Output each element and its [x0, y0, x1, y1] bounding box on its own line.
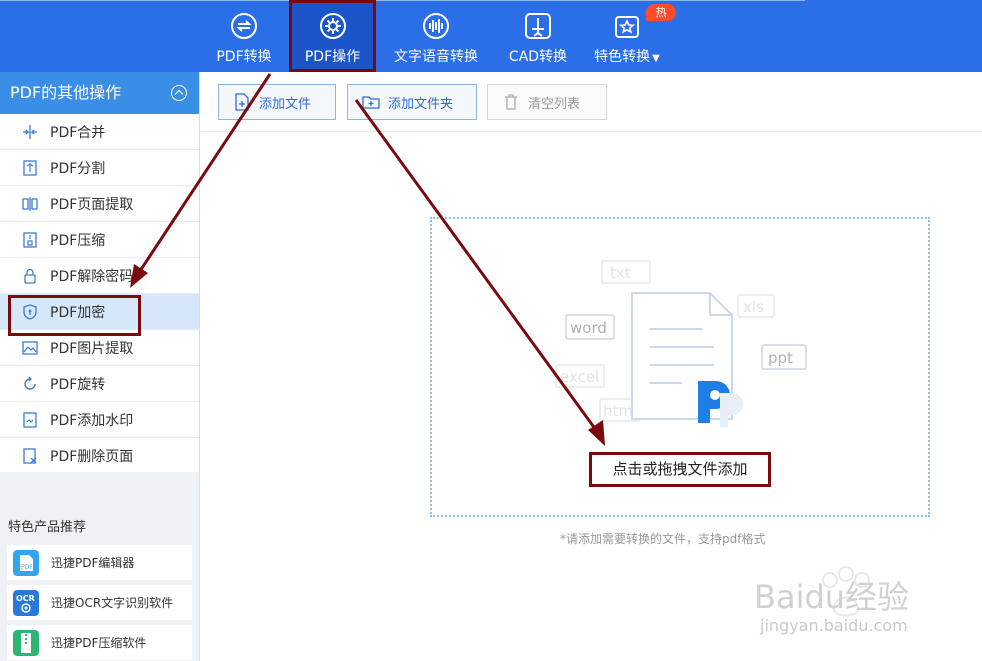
sidebar-item-label: PDF删除页面 — [50, 448, 134, 465]
sidebar-item-label: PDF图片提取 — [50, 340, 134, 357]
product-pdf-editor[interactable]: PDF 迅捷PDF编辑器 — [7, 545, 192, 580]
svg-text:PDF: PDF — [21, 564, 33, 571]
unlock-icon — [24, 268, 36, 284]
featured-title: 特色产品推荐 — [8, 520, 87, 535]
gear-icon — [319, 13, 346, 39]
add-folder-icon — [362, 96, 380, 109]
sidebar-item-label: PDF旋转 — [50, 376, 106, 393]
tab-label: 特色转换 ▼ — [594, 49, 660, 65]
product-label: 迅捷PDF压缩软件 — [51, 636, 147, 650]
star-box-icon — [615, 16, 639, 38]
sidebar-item-compress[interactable]: PDF压缩 — [0, 222, 199, 258]
sidebar-title: PDF的其他操作 — [10, 83, 122, 102]
sidebar-item-encrypt[interactable]: PDF加密 — [0, 294, 199, 336]
pdf-editor-icon: PDF — [13, 549, 39, 576]
refresh-icon — [231, 13, 257, 39]
sidebar-item-delete-page[interactable]: PDF删除页面 — [0, 438, 199, 474]
sidebar-item-merge[interactable]: PDF合并 — [0, 114, 199, 150]
shield-icon — [23, 303, 37, 320]
watermark-icon — [23, 411, 37, 428]
sidebar-item-unlock[interactable]: PDF解除密码 — [0, 258, 199, 294]
sidebar: PDF的其他操作 PDF合并 PDF分割 PDF页面提取 PDF压缩 PDF解除… — [0, 72, 200, 661]
ocr-icon: OCR — [13, 589, 39, 616]
format-tag-xls: xls — [743, 298, 764, 316]
compress-icon — [23, 231, 37, 248]
merge-icon — [23, 124, 37, 139]
tab-label: 文字语音转换 — [394, 49, 478, 65]
sidebar-header: PDF的其他操作 — [0, 72, 199, 114]
tab-pdf-operations[interactable]: PDF操作 — [289, 0, 376, 72]
add-folder-label: 添加文件夹 — [388, 96, 454, 112]
format-tag-word: word — [570, 319, 607, 337]
page-extract-icon — [22, 196, 38, 211]
add-file-label: 添加文件 — [259, 96, 312, 112]
sidebar-item-label: PDF压缩 — [50, 232, 106, 249]
rotate-icon — [24, 376, 36, 390]
sidebar-item-label: PDF添加水印 — [50, 412, 134, 429]
add-folder-button[interactable]: 添加文件夹 — [347, 84, 477, 120]
hot-badge: 热 — [646, 4, 676, 21]
watermark-url: jingyan.baidu.com — [760, 616, 908, 635]
clear-list-button[interactable]: 清空列表 — [487, 84, 607, 120]
delete-page-icon — [23, 447, 37, 464]
pdf-logo-icon — [698, 381, 743, 427]
product-label: 迅捷OCR文字识别软件 — [51, 596, 174, 610]
product-ocr[interactable]: OCR 迅捷OCR文字识别软件 — [7, 585, 192, 620]
tab-cad-convert[interactable]: CAD转换 — [506, 0, 570, 72]
sidebar-item-label: PDF加密 — [50, 304, 106, 321]
sidebar-item-label: PDF页面提取 — [50, 196, 134, 213]
caret-down-icon: ▼ — [652, 53, 660, 64]
format-tag-ppt: ppt — [768, 349, 793, 367]
action-bar: 添加文件 添加文件夹 清空列表 — [201, 72, 982, 132]
tab-label: CAD转换 — [508, 49, 568, 65]
featured-products: 特色产品推荐 PDF 迅捷PDF编辑器 OCR 迅捷OCR文字识别软件 迅捷PD… — [0, 472, 199, 661]
sidebar-item-watermark[interactable]: PDF添加水印 — [0, 402, 199, 438]
trash-icon — [505, 94, 517, 110]
tab-label: PDF操作 — [304, 49, 361, 65]
product-label: 迅捷PDF编辑器 — [51, 556, 135, 570]
sidebar-item-page-extract[interactable]: PDF页面提取 — [0, 186, 199, 222]
collapse-icon[interactable] — [171, 85, 187, 101]
sidebar-item-label: PDF解除密码 — [50, 268, 134, 285]
sidebar-item-rotate[interactable]: PDF旋转 — [0, 366, 199, 402]
svg-text:OCR: OCR — [16, 594, 35, 603]
sidebar-item-label: PDF合并 — [50, 124, 106, 141]
supported-format-hint: *请添加需要转换的文件，支持pdf格式 — [560, 532, 766, 546]
image-icon — [22, 340, 38, 355]
clear-list-label: 清空列表 — [528, 96, 581, 112]
pdf-compress-app-icon — [13, 629, 39, 656]
product-pdf-compress[interactable]: 迅捷PDF压缩软件 — [7, 625, 192, 660]
click-or-drag-add-button[interactable]: 点击或拖拽文件添加 — [589, 452, 771, 487]
voice-wave-icon — [423, 13, 449, 39]
add-file-icon — [235, 93, 249, 111]
watermark-brand: Baidu经验 — [754, 578, 910, 616]
sidebar-item-image-extract[interactable]: PDF图片提取 — [0, 330, 199, 366]
format-tag-excel: excel — [560, 368, 599, 386]
format-tag-txt: txt — [610, 264, 631, 282]
sidebar-item-split[interactable]: PDF分割 — [0, 150, 199, 186]
tab-text-speech[interactable]: 文字语音转换 — [392, 0, 480, 72]
sidebar-item-label: PDF分割 — [50, 160, 106, 177]
top-toolbar: PDF转换 PDF操作 文字语音转换 CAD转换 特色转换 ▼ 热 — [0, 0, 982, 72]
split-icon — [23, 159, 37, 176]
tab-pdf-convert[interactable]: PDF转换 — [210, 0, 278, 72]
add-file-button[interactable]: 添加文件 — [218, 84, 336, 120]
tab-label: PDF转换 — [216, 49, 272, 65]
cad-icon — [525, 13, 551, 39]
